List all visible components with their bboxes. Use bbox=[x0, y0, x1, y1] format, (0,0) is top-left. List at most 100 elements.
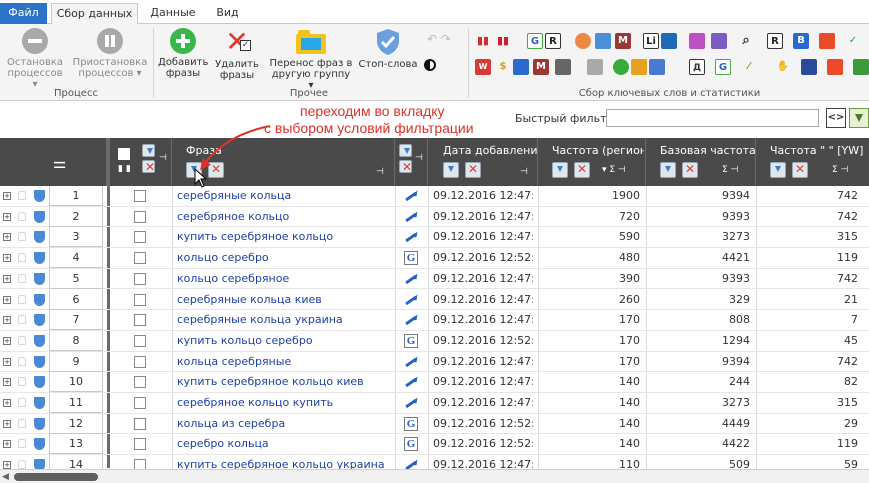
upload-icon[interactable] bbox=[689, 33, 705, 49]
lock-icon[interactable] bbox=[18, 356, 26, 366]
b-icon[interactable]: B bbox=[793, 33, 809, 49]
lock-icon[interactable] bbox=[18, 211, 26, 221]
d-icon[interactable]: Д bbox=[689, 59, 705, 75]
expand-row-icon[interactable]: + bbox=[3, 461, 11, 469]
shield-icon[interactable] bbox=[34, 459, 45, 469]
filter-icon[interactable] bbox=[142, 144, 155, 157]
row-checkbox[interactable] bbox=[134, 438, 146, 451]
chart-icon[interactable] bbox=[649, 59, 665, 75]
sort-sum-icon[interactable]: ▾ Σ ⊣ bbox=[602, 165, 626, 175]
dollar-icon[interactable]: $ bbox=[495, 59, 511, 75]
table-row[interactable]: +2 серебряное кольцо 09.12.2016 12:47:46 72… bbox=[0, 206, 869, 228]
tab-view[interactable]: Вид bbox=[205, 3, 250, 24]
shield-icon[interactable] bbox=[34, 231, 45, 244]
expand-row-icon[interactable]: + bbox=[3, 212, 11, 221]
shield-icon[interactable] bbox=[34, 314, 45, 327]
expand-row-icon[interactable]: + bbox=[3, 192, 11, 200]
phrase-cell[interactable]: кольца серебряные bbox=[177, 352, 392, 372]
expand-row-icon[interactable]: + bbox=[3, 233, 11, 242]
pin-icon[interactable]: ⊣ bbox=[520, 167, 528, 177]
row-checkbox[interactable] bbox=[134, 190, 146, 202]
add-phrases-button[interactable]: Добавить фразы bbox=[158, 28, 208, 79]
check-icon[interactable]: ✓ bbox=[845, 33, 861, 49]
expand-row-icon[interactable]: + bbox=[3, 316, 11, 325]
filter-icon[interactable] bbox=[443, 162, 459, 178]
header-freq-quoted-title[interactable]: Частота " " [YW] bbox=[770, 144, 863, 157]
row-checkbox[interactable] bbox=[134, 210, 146, 223]
google-icon[interactable]: G bbox=[527, 33, 543, 49]
person-icon[interactable] bbox=[513, 59, 529, 75]
lock-icon[interactable] bbox=[18, 294, 26, 304]
shield-icon[interactable] bbox=[34, 376, 45, 389]
contrast-icon[interactable] bbox=[424, 59, 436, 74]
move-phrases-button[interactable]: Перенос фраз в другую группу ▾ bbox=[268, 28, 354, 91]
lock-icon[interactable] bbox=[18, 335, 26, 345]
filter-icon[interactable] bbox=[770, 162, 786, 178]
shield-icon[interactable] bbox=[34, 190, 45, 202]
lock-icon[interactable] bbox=[18, 273, 26, 283]
lock-icon[interactable] bbox=[18, 253, 26, 263]
shield-icon[interactable] bbox=[34, 355, 45, 368]
wordstat-chart-icon[interactable]: ▮▮ bbox=[475, 33, 491, 49]
globe-icon[interactable] bbox=[661, 33, 677, 49]
expand-row-icon[interactable]: + bbox=[3, 357, 11, 366]
tab-file[interactable]: Файл bbox=[0, 3, 47, 24]
row-checkbox[interactable] bbox=[134, 314, 146, 327]
tab-collect-data[interactable]: Сбор данных bbox=[51, 3, 138, 25]
delete-phrases-button[interactable]: ✕ ✓ Удалить фразы bbox=[214, 28, 260, 82]
shield-icon[interactable] bbox=[34, 293, 45, 306]
row-checkbox[interactable] bbox=[134, 417, 146, 430]
tab-data[interactable]: Данные bbox=[143, 3, 203, 24]
lock-icon[interactable] bbox=[18, 315, 26, 325]
hat-icon[interactable] bbox=[801, 59, 817, 75]
pin-icon[interactable]: ⊣ bbox=[376, 167, 384, 177]
lock-icon[interactable] bbox=[18, 232, 26, 242]
lock-icon[interactable] bbox=[18, 398, 26, 407]
clear-filter-icon[interactable] bbox=[574, 162, 590, 178]
filter-icon[interactable] bbox=[660, 162, 676, 178]
table-row[interactable]: +5 кольцо серебряное 09.12.2016 12:47:46 39… bbox=[0, 268, 869, 290]
quick-filter-expand-button[interactable]: <> bbox=[826, 108, 846, 128]
hand-icon[interactable]: ✋ bbox=[775, 59, 791, 75]
google-icon[interactable]: G bbox=[715, 59, 731, 75]
wordstat-chart-icon[interactable]: ▮▮ bbox=[495, 33, 511, 49]
table-icon[interactable] bbox=[587, 59, 603, 75]
expand-row-icon[interactable]: + bbox=[3, 399, 11, 407]
row-checkbox[interactable] bbox=[134, 376, 146, 389]
scrollbar-thumb[interactable] bbox=[14, 473, 98, 481]
header-freq-region-title[interactable]: Частота (регион bbox=[552, 144, 644, 157]
table-row[interactable]: +7 серебряные кольца украина 09.12.2016 12… bbox=[0, 310, 869, 331]
phrase-cell[interactable]: серебряные кольца украина bbox=[177, 310, 392, 330]
header-phrase-title[interactable]: Фраза bbox=[186, 144, 222, 157]
table-row[interactable]: +11 серебряное кольцо купить 09.12.2016 12… bbox=[0, 393, 869, 414]
row-checkbox[interactable] bbox=[134, 334, 146, 347]
shield-icon[interactable] bbox=[34, 334, 45, 347]
shield-icon[interactable] bbox=[34, 397, 45, 409]
clear-filter-icon[interactable] bbox=[792, 162, 808, 178]
table-row[interactable]: +8 купить кольцо серебро G 09.12.2016 12:52… bbox=[0, 330, 869, 352]
shield-icon[interactable] bbox=[34, 210, 45, 223]
lock-icon[interactable] bbox=[18, 191, 26, 200]
shield-icon[interactable] bbox=[34, 438, 45, 451]
clear-filter-icon[interactable] bbox=[399, 160, 412, 174]
pause-processes-button[interactable]: Приостановка процессов ▾ bbox=[72, 28, 148, 79]
header-base-freq-title[interactable]: Базовая частота bbox=[660, 144, 756, 157]
expand-row-icon[interactable]: + bbox=[3, 254, 11, 263]
phrase-cell[interactable]: серебряные кольца bbox=[177, 186, 392, 206]
phrase-cell[interactable]: купить кольцо серебро bbox=[177, 331, 392, 351]
phrase-cell[interactable]: кольцо серебро bbox=[177, 248, 392, 268]
filter-icon[interactable] bbox=[399, 144, 412, 157]
image-icon[interactable] bbox=[595, 33, 611, 49]
row-checkbox[interactable] bbox=[134, 231, 146, 244]
pin-icon[interactable]: ⊣ bbox=[159, 153, 167, 163]
shield-icon[interactable] bbox=[34, 417, 45, 430]
table-row[interactable]: +12 кольца из серебра G 09.12.2016 12:52:02… bbox=[0, 413, 869, 435]
wc-icon[interactable]: W bbox=[475, 59, 491, 75]
check-filter-icon[interactable]: ▮ ▮ bbox=[118, 164, 131, 174]
lock-icon[interactable] bbox=[18, 460, 26, 469]
table-row[interactable]: +13 серебро кольца G 09.12.2016 12:52:02 140… bbox=[0, 434, 869, 456]
select-all-checkbox[interactable] bbox=[118, 148, 130, 160]
play-icon[interactable] bbox=[613, 59, 629, 75]
clear-filter-icon[interactable] bbox=[142, 160, 155, 174]
lock-icon[interactable] bbox=[18, 377, 26, 387]
